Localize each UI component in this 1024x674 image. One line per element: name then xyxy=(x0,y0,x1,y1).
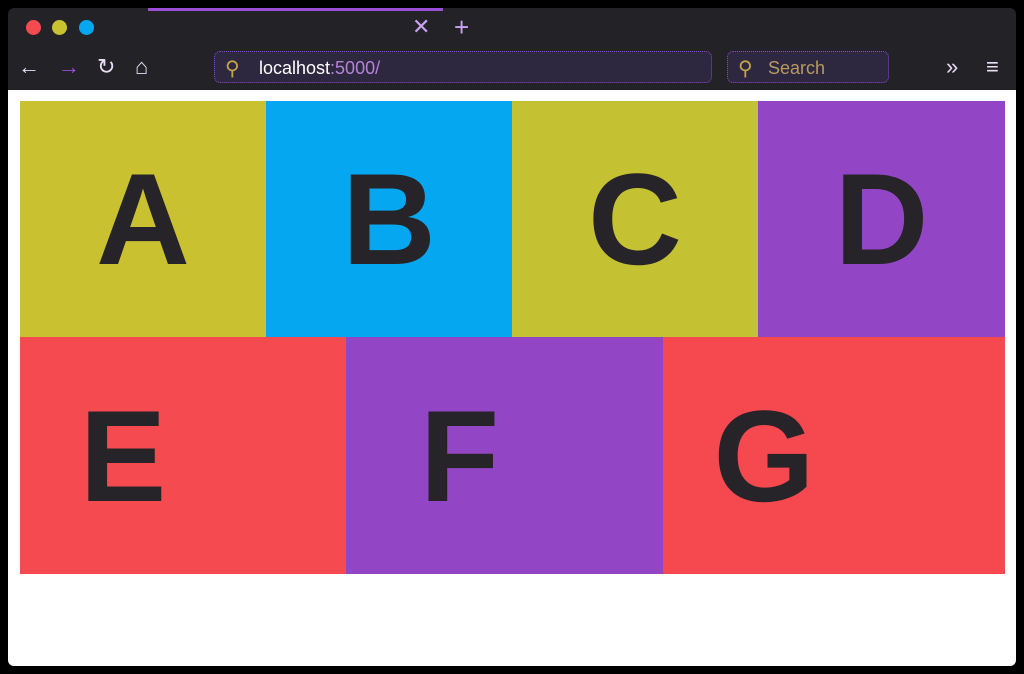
search-placeholder: Search xyxy=(768,58,826,78)
cell-a: A xyxy=(20,101,266,337)
url-bar[interactable]: ⚲ localhost:5000/ xyxy=(214,51,712,83)
search-input[interactable]: ⚲ Search xyxy=(727,51,889,83)
minimize-window-button[interactable] xyxy=(52,20,67,35)
close-tab-icon[interactable]: ✕ xyxy=(412,16,430,38)
back-icon[interactable]: ← xyxy=(18,56,40,78)
cell-label: G xyxy=(713,382,815,529)
cell-e: E xyxy=(20,337,346,574)
url-text: localhost:5000/ xyxy=(259,58,381,78)
home-icon[interactable]: ⌂ xyxy=(135,56,148,78)
cell-label: E xyxy=(79,382,167,529)
cell-f: F xyxy=(346,337,663,574)
new-tab-icon[interactable]: + xyxy=(454,14,469,40)
cell-c: C xyxy=(512,101,758,337)
cell-g: G xyxy=(663,337,1005,574)
search-icon: ⚲ xyxy=(738,58,753,80)
active-tab-indicator xyxy=(148,8,443,11)
overflow-chevrons-icon[interactable]: » xyxy=(946,56,958,78)
cell-label: A xyxy=(96,146,190,292)
menu-icon[interactable]: ≡ xyxy=(986,56,999,78)
browser-window: ✕ + ← → ↻ ⌂ ⚲ localhost:5000/ ⚲ Search »… xyxy=(8,8,1016,666)
forward-icon[interactable]: → xyxy=(58,56,80,78)
cell-b: B xyxy=(266,101,512,337)
cell-label: C xyxy=(588,146,682,292)
reload-icon[interactable]: ↻ xyxy=(97,56,115,78)
search-icon: ⚲ xyxy=(225,58,240,80)
cell-label: F xyxy=(419,382,500,529)
maximize-window-button[interactable] xyxy=(79,20,94,35)
cell-d: D xyxy=(758,101,1005,337)
page-content: A B C D E F G xyxy=(8,90,1016,666)
close-window-button[interactable] xyxy=(26,20,41,35)
cell-label: B xyxy=(342,146,436,292)
cell-label: D xyxy=(834,146,929,292)
